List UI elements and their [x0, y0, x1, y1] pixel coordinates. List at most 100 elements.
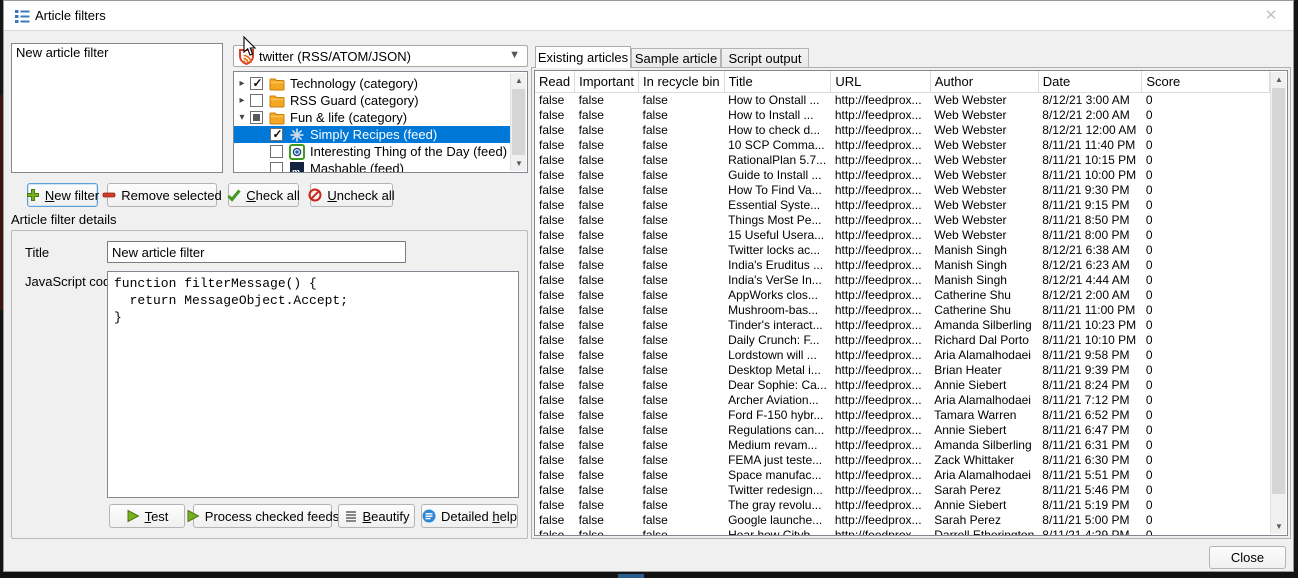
table-cell: false [535, 183, 575, 198]
table-row[interactable]: falsefalsefalseSpace manufac...http://fe… [535, 468, 1270, 483]
table-cell: Archer Aviation... [724, 393, 831, 408]
column-header-read[interactable]: Read [535, 71, 575, 92]
account-combo[interactable]: twitter (RSS/ATOM/JSON) ▼ [233, 45, 528, 67]
table-row[interactable]: falsefalsefalseArcher Aviation...http://… [535, 393, 1270, 408]
table-row[interactable]: falsefalsefalseAppWorks clos...http://fe… [535, 288, 1270, 303]
remove-selected-button[interactable]: Remove selected [107, 183, 217, 207]
table-cell: 0 [1142, 348, 1270, 363]
table-row[interactable]: falsefalsefalseGoogle launche...http://f… [535, 513, 1270, 528]
scroll-down-icon[interactable]: ▼ [511, 156, 527, 171]
table-row[interactable]: falsefalsefalseIndia's Eruditus ...http:… [535, 258, 1270, 273]
expand-arrow-icon[interactable]: ▸ [234, 95, 250, 106]
checkbox[interactable]: ✓ [250, 77, 263, 90]
table-row[interactable]: falsefalsefalseTwitter locks ac...http:/… [535, 243, 1270, 258]
table-row[interactable]: falsefalsefalseHow to Onstall ...http://… [535, 92, 1270, 108]
table-row[interactable]: falsefalsefalseDear Sophie: Ca...http://… [535, 378, 1270, 393]
scrollbar-thumb[interactable] [1272, 88, 1285, 494]
scroll-up-icon[interactable]: ▲ [511, 73, 527, 88]
table-cell: false [575, 438, 639, 453]
checkbox[interactable]: ✓ [270, 128, 283, 141]
table-cell: 8/11/21 9:15 PM [1038, 198, 1142, 213]
table-cell: false [535, 303, 575, 318]
tree-row[interactable]: ▸✓Technology (category) [234, 75, 510, 92]
table-row[interactable]: falsefalsefalseRationalPlan 5.7...http:/… [535, 153, 1270, 168]
tab-script-output[interactable]: Script output [721, 48, 809, 68]
uncheck-all-button[interactable]: Uncheck all [310, 183, 393, 207]
checkbox[interactable] [250, 111, 263, 124]
tree-row[interactable]: Interesting Thing of the Day (feed) [234, 143, 510, 160]
tree-scrollbar[interactable]: ▲ ▼ [510, 73, 526, 171]
tree-row[interactable]: mMashable (feed) [234, 160, 510, 173]
process-checked-feeds-button[interactable]: Process checked feeds [193, 504, 332, 528]
close-icon[interactable]: ✕ [1261, 6, 1281, 26]
tab-existing-articles[interactable]: Existing articles [535, 46, 631, 68]
table-row[interactable]: falsefalsefalseDaily Crunch: F...http://… [535, 333, 1270, 348]
column-header-url[interactable]: URL [831, 71, 930, 92]
table-row[interactable]: falsefalsefalse10 SCP Comma...http://fee… [535, 138, 1270, 153]
column-header-date[interactable]: Date [1038, 71, 1142, 92]
filters-list[interactable]: New article filter [11, 43, 223, 173]
table-row[interactable]: falsefalsefalse15 Useful Usera...http://… [535, 228, 1270, 243]
tree-row[interactable]: ▸RSS Guard (category) [234, 92, 510, 109]
table-cell: false [575, 468, 639, 483]
new-filter-button[interactable]: New filter [27, 183, 98, 207]
beautify-button[interactable]: Beautify [338, 504, 415, 528]
scrollbar-thumb[interactable] [512, 89, 525, 155]
tree-item-label: Interesting Thing of the Day (feed) [310, 144, 513, 159]
check-all-button[interactable]: Check all [228, 183, 299, 207]
checkbox[interactable] [250, 94, 263, 107]
table-row[interactable]: falsefalsefalseTinder's interact...http:… [535, 318, 1270, 333]
table-cell: 0 [1142, 393, 1270, 408]
chevron-down-icon[interactable]: ▼ [509, 49, 520, 61]
detailed-help-button[interactable]: Detailed help [421, 504, 518, 528]
column-header-score[interactable]: Score [1142, 71, 1270, 92]
table-row[interactable]: falsefalsefalseHow To Find Va...http://f… [535, 183, 1270, 198]
close-button[interactable]: Close [1209, 546, 1286, 569]
checkbox[interactable] [270, 145, 283, 158]
tab-panel: ReadImportantIn recycle binTitleURLAutho… [531, 67, 1291, 539]
script-code-editor[interactable]: function filterMessage() { return Messag… [107, 271, 519, 498]
table-row[interactable]: falsefalsefalseHow to Install ...http://… [535, 108, 1270, 123]
test-button[interactable]: Test [109, 504, 185, 528]
tree-row[interactable]: ▾Fun & life (category) [234, 109, 510, 126]
table-row[interactable]: falsefalsefalseLordstown will ...http://… [535, 348, 1270, 363]
table-row[interactable]: falsefalsefalseRegulations can...http://… [535, 423, 1270, 438]
table-row[interactable]: falsefalsefalseEssential Syste...http://… [535, 198, 1270, 213]
feed-tree[interactable]: ▸✓Technology (category)▸RSS Guard (categ… [233, 71, 528, 173]
table-row[interactable]: falsefalsefalseIndia's VerSe In...http:/… [535, 273, 1270, 288]
tree-row[interactable]: ✓Simply Recipes (feed) [234, 126, 510, 143]
table-row[interactable]: falsefalsefalseThe gray revolu...http://… [535, 498, 1270, 513]
mashable-favicon: m [289, 161, 305, 174]
collapse-arrow-icon[interactable]: ▾ [234, 112, 250, 123]
table-row[interactable]: falsefalsefalseMedium revam...http://fee… [535, 438, 1270, 453]
table-cell: false [535, 168, 575, 183]
table-row[interactable]: falsefalsefalseFEMA just teste...http://… [535, 453, 1270, 468]
table-row[interactable]: falsefalsefalseThings Most Pe...http://f… [535, 213, 1270, 228]
table-cell: false [575, 378, 639, 393]
column-header-important[interactable]: Important [575, 71, 639, 92]
table-cell: 8/11/21 6:52 PM [1038, 408, 1142, 423]
table-cell: false [639, 348, 725, 363]
expand-arrow-icon[interactable]: ▸ [234, 78, 250, 89]
table-cell: false [535, 483, 575, 498]
table-row[interactable]: falsefalsefalseMushroom-bas...http://fee… [535, 303, 1270, 318]
scroll-down-icon[interactable]: ▼ [1271, 519, 1287, 534]
table-row[interactable]: falsefalsefalseDesktop Metal i...http://… [535, 363, 1270, 378]
title-input[interactable] [107, 241, 406, 263]
table-row[interactable]: falsefalsefalseHear how Cityb...http://f… [535, 528, 1270, 537]
column-header-author[interactable]: Author [930, 71, 1038, 92]
tab-sample-article[interactable]: Sample article [631, 48, 721, 68]
table-cell: false [639, 378, 725, 393]
table-row[interactable]: falsefalsefalseGuide to Install ...http:… [535, 168, 1270, 183]
scroll-up-icon[interactable]: ▲ [1271, 72, 1287, 87]
table-scrollbar[interactable]: ▲ ▼ [1270, 72, 1286, 534]
column-header-title[interactable]: Title [724, 71, 831, 92]
column-header-in-recycle-bin[interactable]: In recycle bin [639, 71, 725, 92]
table-cell: 0 [1142, 213, 1270, 228]
table-row[interactable]: falsefalsefalseHow to check d...http://f… [535, 123, 1270, 138]
filter-list-item[interactable]: New article filter [12, 44, 222, 61]
table-row[interactable]: falsefalsefalseFord F-150 hybr...http://… [535, 408, 1270, 423]
table-cell: 8/11/21 10:10 PM [1038, 333, 1142, 348]
checkbox[interactable] [270, 162, 283, 173]
table-row[interactable]: falsefalsefalseTwitter redesign...http:/… [535, 483, 1270, 498]
